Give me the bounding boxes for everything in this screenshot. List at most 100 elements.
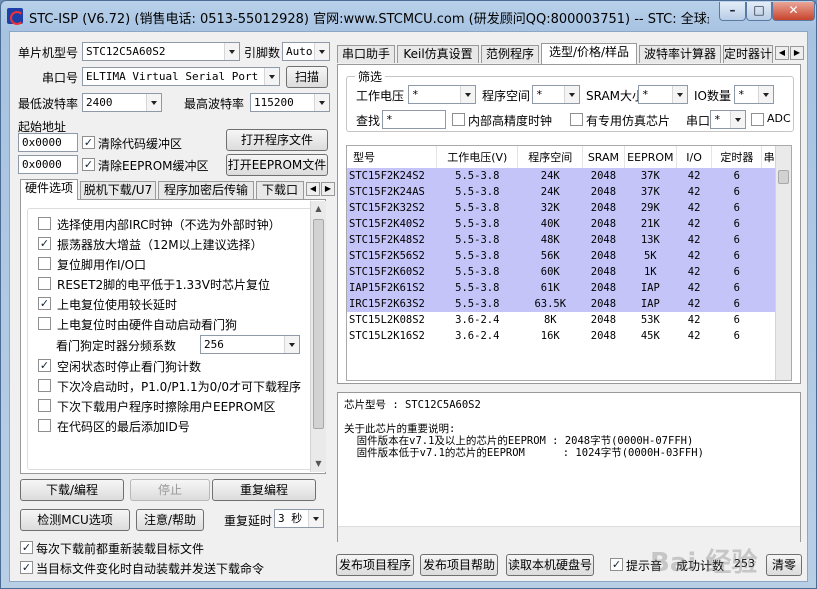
read-disk-id-button[interactable]: 读取本机硬盘号 <box>506 554 594 576</box>
tab-encrypted-transfer[interactable]: 程序加密后传输 <box>158 181 254 199</box>
scroll-down-icon[interactable]: ▼ <box>311 456 326 472</box>
voltage-label: 工作电压 <box>356 89 405 103</box>
column-header-voltage[interactable]: 工作电压(V) <box>436 146 519 168</box>
open-eeprom-button[interactable]: 打开EEPROM文件 <box>226 154 328 176</box>
mcu-type-select[interactable]: STC12C5A60S2 <box>82 42 240 61</box>
tab-scroll-left-icon[interactable]: ◀ <box>306 182 320 196</box>
option-checkbox[interactable] <box>38 379 51 392</box>
internal-clock-checkbox[interactable] <box>452 113 465 126</box>
program-space-select[interactable]: * <box>532 85 580 104</box>
table-cell: 5.5-3.8 <box>436 280 518 296</box>
reload-before-download-checkbox[interactable] <box>20 541 33 554</box>
tab-scroll-right-icon[interactable]: ▶ <box>790 46 804 60</box>
table-row[interactable]: STC15F2K24AS 5.5-3.8 24K 2048 37K 42 6 <box>347 184 777 200</box>
table-row[interactable]: STC15F2K60S2 5.5-3.8 60K 2048 1K 42 6 <box>347 264 777 280</box>
stop-button[interactable]: 停止 <box>130 479 210 501</box>
open-program-button[interactable]: 打开程序文件 <box>226 129 328 151</box>
max-baud-select[interactable]: 115200 <box>250 93 330 112</box>
tab-download-port[interactable]: 下载口 <box>256 181 304 199</box>
table-row[interactable]: STC15F2K32S2 5.5-3.8 32K 2048 29K 42 6 <box>347 200 777 216</box>
info-line: 芯片型号 : STC12C5A60S2 <box>344 399 481 411</box>
uart-value: * <box>714 113 721 126</box>
table-row[interactable]: STC15L2K08S2 3.6-2.4 8K 2048 53K 42 6 <box>347 312 777 328</box>
column-header-timer[interactable]: 定时器 <box>711 146 763 168</box>
adc-checkbox[interactable] <box>751 113 764 126</box>
option-checkbox[interactable] <box>38 359 51 372</box>
option-checkbox[interactable] <box>38 257 51 270</box>
sram-select[interactable]: * <box>638 85 688 104</box>
tab-baud-calculator[interactable]: 波特率计算器 <box>639 45 721 63</box>
option-checkbox[interactable] <box>38 297 51 310</box>
repeat-delay-select[interactable]: 3 秒 <box>274 509 324 528</box>
tab-scroll-left-icon[interactable]: ◀ <box>775 46 789 60</box>
option-checkbox[interactable] <box>38 419 51 432</box>
table-row[interactable]: IRC15F2K63S2 5.5-3.8 63.5K 2048 IAP 42 6 <box>347 296 777 312</box>
column-header-io[interactable]: I/O <box>676 146 713 168</box>
clear-count-button[interactable]: 清零 <box>766 554 802 576</box>
column-header-sram[interactable]: SRAM <box>582 146 625 168</box>
column-header-eeprom[interactable]: EEPROM <box>624 146 677 168</box>
watchdog-select[interactable]: 256 <box>200 335 300 354</box>
help-button[interactable]: 注意/帮助 <box>136 509 204 531</box>
pins-select[interactable]: Auto <box>282 42 330 61</box>
scan-button[interactable]: 扫描 <box>286 66 328 88</box>
tab-serial-assistant[interactable]: 串口助手 <box>337 45 395 63</box>
table-cell: 24K <box>517 168 583 184</box>
options-group: 选择使用内部IRC时钟（不选为外部时钟） 振荡器放大增益（12M以上建议选择） … <box>27 208 319 470</box>
table-row[interactable]: STC15F2K56S2 5.5-3.8 56K 2048 5K 42 6 <box>347 248 777 264</box>
close-button[interactable]: ✕ <box>772 2 815 21</box>
uart-select[interactable]: * <box>710 110 746 129</box>
maximize-button[interactable]: □ <box>746 2 772 21</box>
tab-offline-download[interactable]: 脱机下载/U7 <box>80 181 156 199</box>
publish-project-button[interactable]: 发布项目程序 <box>336 554 414 576</box>
emulation-chip-checkbox[interactable] <box>570 113 583 126</box>
table-cell: STC15L2K16S2 <box>349 330 425 342</box>
tab-example-programs[interactable]: 范例程序 <box>481 45 539 63</box>
auto-reload-checkbox[interactable] <box>20 561 33 574</box>
clear-code-checkbox[interactable] <box>82 136 95 149</box>
min-baud-select[interactable]: 2400 <box>82 93 162 112</box>
search-input[interactable]: * <box>382 110 446 129</box>
table-scrollbar[interactable] <box>775 146 791 380</box>
download-program-button[interactable]: 下载/编程 <box>20 479 124 501</box>
title-bar[interactable]: STC-ISP (V6.72) (销售电话: 0513-55012928) 官网… <box>1 1 816 31</box>
table-cell: STC15F2K60S2 <box>347 264 437 280</box>
tab-hardware-options[interactable]: 硬件选项 <box>20 179 78 200</box>
tab-scroll-right-icon[interactable]: ▶ <box>321 182 335 196</box>
option-checkbox[interactable] <box>38 317 51 330</box>
options-scrollbar[interactable]: ▲ ▼ <box>310 201 326 472</box>
table-row[interactable]: STC15F2K48S2 5.5-3.8 48K 2048 13K 42 6 <box>347 232 777 248</box>
scroll-thumb[interactable] <box>778 170 789 184</box>
table-cell: 2048 <box>582 184 625 200</box>
table-row[interactable]: STC15L2K16S2 3.6-2.4 16K 2048 45K 42 6 <box>347 328 777 344</box>
table-row[interactable]: STC15F2K24S2 5.5-3.8 24K 2048 37K 42 6 <box>347 168 777 184</box>
column-header-program-space[interactable]: 程序空间 <box>517 146 584 168</box>
info-hscrollbar[interactable] <box>338 526 800 542</box>
scroll-thumb[interactable] <box>313 219 324 429</box>
chevron-down-icon <box>314 43 329 60</box>
tab-timer-calculator[interactable]: 定时器计 <box>723 45 773 63</box>
clear-eeprom-checkbox[interactable] <box>82 158 95 171</box>
prompt-sound-checkbox[interactable] <box>610 558 623 571</box>
io-count-select[interactable]: * <box>734 85 774 104</box>
voltage-select[interactable]: * <box>408 85 476 104</box>
eeprom-address-input[interactable]: 0x0000 <box>18 155 78 174</box>
tab-selection-price[interactable]: 选型/价格/样品 <box>541 43 637 64</box>
table-row[interactable]: STC15F2K40S2 5.5-3.8 40K 2048 21K 42 6 <box>347 216 777 232</box>
publish-help-button[interactable]: 发布项目帮助 <box>420 554 498 576</box>
minimize-button[interactable]: – <box>719 2 746 21</box>
code-address-input[interactable]: 0x0000 <box>18 133 78 152</box>
column-header-model[interactable]: 型号 <box>347 146 438 168</box>
tab-keil-emulation[interactable]: Keil仿真设置 <box>397 45 479 63</box>
option-checkbox[interactable] <box>38 217 51 230</box>
scroll-up-icon[interactable]: ▲ <box>311 201 326 217</box>
option-checkbox[interactable] <box>38 277 51 290</box>
detect-mcu-button[interactable]: 检测MCU选项 <box>20 509 130 531</box>
table-cell: 3.6-2.4 <box>455 314 500 326</box>
table-row[interactable]: IAP15F2K61S2 5.5-3.8 61K 2048 IAP 42 6 <box>347 280 777 296</box>
port-select[interactable]: ELTIMA Virtual Serial Port (CC <box>82 67 280 86</box>
option-checkbox[interactable] <box>38 237 51 250</box>
option-checkbox[interactable] <box>38 399 51 412</box>
table-cell: 5.5-3.8 <box>436 248 518 264</box>
reprogram-button[interactable]: 重复编程 <box>212 479 316 501</box>
